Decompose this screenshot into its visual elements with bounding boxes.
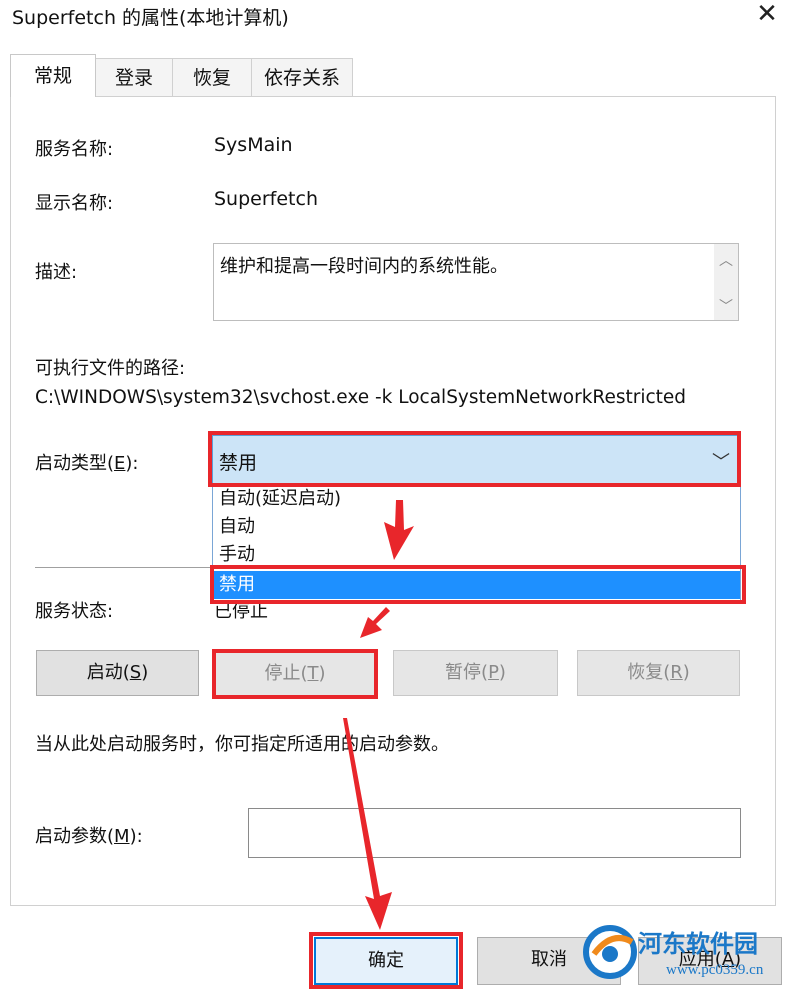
close-icon: ✕ — [756, 0, 778, 29]
display-name-value: Superfetch — [214, 188, 318, 210]
watermark: 河东软件园 www.pc0359.cn — [582, 920, 786, 993]
tab-logon[interactable]: 登录 — [95, 58, 173, 96]
title-bar: Superfetch 的属性(本地计算机) ✕ — [0, 0, 786, 30]
pause-service-button[interactable]: 暂停(P) — [393, 650, 558, 696]
start-params-label: 启动参数(M): — [35, 826, 143, 847]
start-params-hint: 当从此处启动服务时，你可指定所适用的启动参数。 — [35, 734, 449, 755]
exe-path-label: 可执行文件的路径: — [35, 358, 186, 379]
watermark-url: www.pc0359.cn — [666, 962, 764, 978]
tab-dependencies[interactable]: 依存关系 — [251, 58, 353, 96]
description-scrollbar[interactable]: ︿ ﹀ — [714, 244, 738, 320]
annotation-box-stop — [212, 649, 378, 699]
scroll-up-icon[interactable]: ︿ — [714, 250, 738, 270]
tab-label: 恢复 — [192, 67, 231, 89]
option-auto-delayed[interactable]: 自动(延迟启动) — [213, 487, 740, 513]
startup-type-label: 启动类型(E): — [35, 453, 139, 474]
tab-recovery[interactable]: 恢复 — [172, 58, 252, 96]
annotation-box-option — [210, 565, 746, 604]
description-text: 维护和提高一段时间内的系统性能。 — [220, 256, 508, 277]
service-name-value: SysMain — [214, 134, 293, 156]
display-name-label: 显示名称: — [35, 193, 114, 214]
window-title: Superfetch 的属性(本地计算机) — [12, 7, 289, 29]
tab-label: 登录 — [114, 67, 153, 89]
annotation-box-ok — [309, 932, 463, 989]
tab-general[interactable]: 常规 — [10, 54, 96, 97]
option-auto[interactable]: 自动 — [213, 513, 740, 541]
close-button[interactable]: ✕ — [752, 0, 782, 30]
watermark-text: 河东软件园 — [638, 930, 758, 958]
start-params-input[interactable] — [248, 808, 741, 858]
tab-label: 常规 — [33, 65, 72, 87]
start-service-button[interactable]: 启动(S) — [36, 650, 199, 696]
service-name-label: 服务名称: — [35, 139, 114, 160]
resume-service-button[interactable]: 恢复(R) — [577, 650, 740, 696]
exe-path-value: C:\WINDOWS\system32\svchost.exe -k Local… — [35, 387, 687, 408]
service-status-label: 服务状态: — [35, 601, 114, 622]
watermark-logo-icon — [583, 925, 637, 979]
tab-label: 依存关系 — [263, 67, 340, 89]
description-textbox[interactable]: 维护和提高一段时间内的系统性能。 ︿ ﹀ — [213, 243, 739, 321]
divider — [35, 567, 211, 568]
annotation-box-select — [208, 431, 741, 487]
scroll-down-icon[interactable]: ﹀ — [714, 296, 738, 316]
description-label: 描述: — [35, 262, 78, 283]
